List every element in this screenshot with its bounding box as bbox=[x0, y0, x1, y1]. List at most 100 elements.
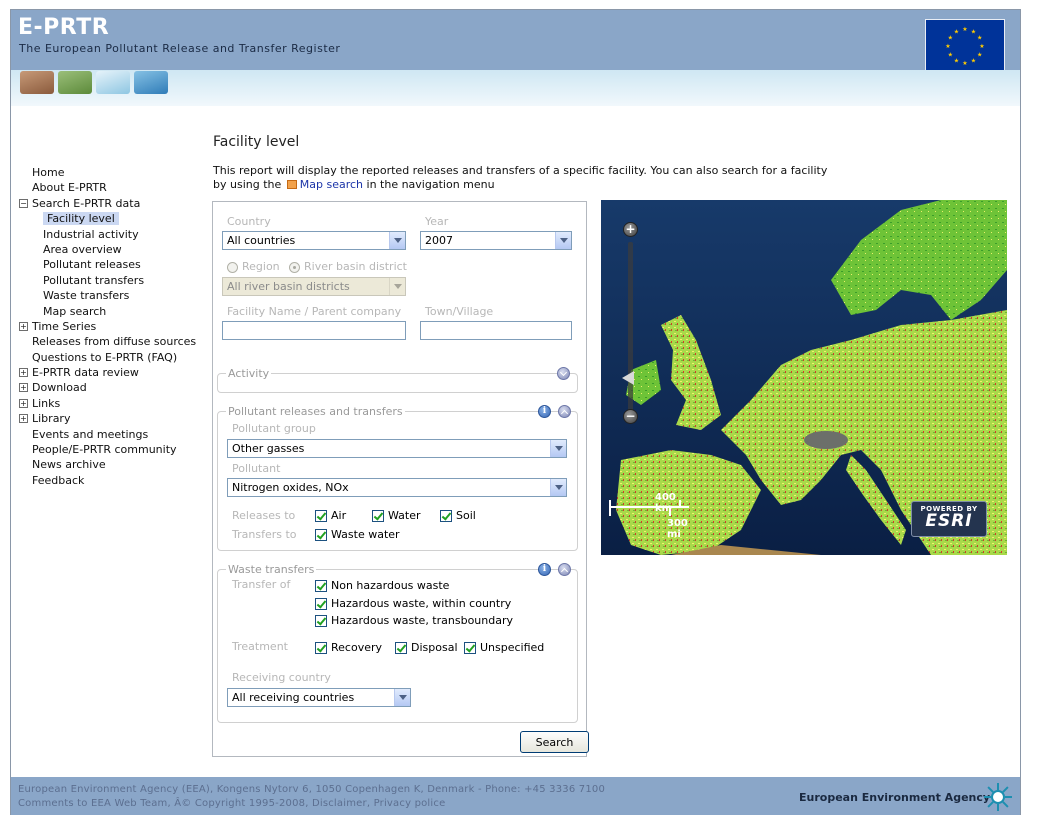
nav-item-label: Map search bbox=[43, 304, 107, 318]
nav-item-label: About E-PRTR bbox=[32, 181, 107, 195]
left-navigation: Home About E-PRTR − Search E-PRTR data Facil… bbox=[19, 165, 209, 488]
collapse-icon[interactable]: − bbox=[19, 198, 28, 208]
zoom-slider-thumb[interactable] bbox=[622, 371, 634, 385]
nav-item[interactable]: Pollutant releases bbox=[19, 257, 209, 272]
search-button[interactable]: Search bbox=[520, 731, 589, 753]
hazardous-transboundary-checkbox[interactable] bbox=[315, 615, 327, 627]
svg-text:★: ★ bbox=[971, 58, 976, 65]
nav-item-label: Feedback bbox=[32, 473, 85, 487]
facility-name-input[interactable] bbox=[222, 321, 406, 340]
region-label: Region bbox=[242, 260, 280, 273]
air-checkbox[interactable] bbox=[315, 510, 327, 522]
nav-item[interactable]: + E-PRTR data review bbox=[19, 365, 209, 380]
pollutant-group-select[interactable]: Other gasses bbox=[227, 439, 567, 458]
nav-item[interactable]: + Links bbox=[19, 396, 209, 411]
nav-item[interactable]: Home bbox=[19, 165, 209, 180]
collapse-pollutant-button[interactable] bbox=[558, 405, 571, 418]
nav-item[interactable]: Industrial activity bbox=[19, 227, 209, 242]
expand-icon[interactable]: + bbox=[19, 398, 28, 408]
unspecified-checkbox[interactable] bbox=[464, 642, 476, 654]
non-hazardous-label: Non hazardous waste bbox=[331, 579, 450, 592]
collapse-waste-button[interactable] bbox=[558, 563, 571, 576]
footer-address: European Environment Agency (EEA), Konge… bbox=[18, 784, 606, 795]
svg-text:★: ★ bbox=[948, 35, 953, 42]
year-select-value: 2007 bbox=[425, 234, 453, 247]
nav-item-label: Time Series bbox=[32, 319, 97, 333]
svg-text:★: ★ bbox=[977, 35, 982, 42]
nav-item[interactable]: Questions to E-PRTR (FAQ) bbox=[19, 350, 209, 365]
site-footer: European Environment Agency (EEA), Konge… bbox=[11, 777, 1020, 815]
eea-logo-icon[interactable] bbox=[983, 782, 1013, 812]
river-basin-radio[interactable] bbox=[289, 262, 300, 273]
town-input[interactable] bbox=[420, 321, 572, 340]
disposal-label: Disposal bbox=[411, 641, 458, 654]
soil-checkbox[interactable] bbox=[440, 510, 452, 522]
zoom-out-button[interactable]: − bbox=[623, 409, 638, 424]
info-icon[interactable]: i bbox=[538, 405, 551, 418]
nav-item[interactable]: Map search bbox=[19, 304, 209, 319]
pollutant-group-label: Pollutant group bbox=[232, 422, 316, 435]
region-radio[interactable] bbox=[227, 262, 238, 273]
water-icon bbox=[134, 71, 168, 94]
hazardous-within-label: Hazardous waste, within country bbox=[331, 597, 512, 610]
nav-item[interactable]: + Download bbox=[19, 380, 209, 395]
footer-text: European Environment Agency (EEA), Konge… bbox=[18, 783, 605, 810]
receiving-country-value: All receiving countries bbox=[232, 691, 355, 704]
map-link-icon bbox=[286, 179, 297, 189]
unspecified-label: Unspecified bbox=[480, 641, 545, 654]
waste-water-checkbox[interactable] bbox=[315, 529, 327, 541]
soil-icon bbox=[20, 71, 54, 94]
receiving-country-label: Receiving country bbox=[232, 671, 331, 684]
nav-item[interactable]: + Library bbox=[19, 411, 209, 426]
nav-item[interactable]: Waste transfers bbox=[19, 288, 209, 303]
expand-activity-button[interactable] bbox=[557, 367, 570, 380]
chevron-down-icon bbox=[555, 232, 571, 249]
disposal-checkbox[interactable] bbox=[395, 642, 407, 654]
recovery-checkbox[interactable] bbox=[315, 642, 327, 654]
zoom-slider[interactable] bbox=[628, 242, 633, 414]
nav-item[interactable]: People/E-PRTR community bbox=[19, 442, 209, 457]
footer-links[interactable]: Comments to EEA Web Team, Â© Copyright 1… bbox=[18, 797, 605, 811]
nav-item[interactable]: Area overview bbox=[19, 242, 209, 257]
nav-item[interactable]: Pollutant transfers bbox=[19, 273, 209, 288]
country-select[interactable]: All countries bbox=[222, 231, 406, 250]
site-title[interactable]: E-PRTR bbox=[18, 15, 109, 40]
map-search-link[interactable]: Map search bbox=[300, 178, 363, 191]
nav-item-label: Pollutant releases bbox=[43, 258, 141, 272]
nav-item[interactable]: Facility level bbox=[19, 211, 209, 226]
map-view[interactable]: + − 400 km 300 mi POWERED BY ESRI bbox=[601, 200, 1007, 555]
nav-item[interactable]: − Search E-PRTR data bbox=[19, 196, 209, 211]
nav-item[interactable]: + Time Series bbox=[19, 319, 209, 334]
river-basin-select[interactable]: All river basin districts bbox=[222, 277, 406, 296]
site-header: E-PRTR The European Pollutant Release an… bbox=[11, 10, 1020, 72]
nav-item[interactable]: Releases from diffuse sources bbox=[19, 334, 209, 349]
expand-icon[interactable]: + bbox=[19, 368, 28, 378]
nav-item[interactable]: News archive bbox=[19, 457, 209, 472]
soil-label: Soil bbox=[456, 509, 476, 522]
intro-text-after: in the navigation menu bbox=[366, 177, 495, 191]
river-basin-label: River basin district bbox=[304, 260, 407, 273]
page-title: Facility level bbox=[213, 134, 300, 150]
info-icon[interactable]: i bbox=[538, 563, 551, 576]
chevron-down-icon bbox=[389, 232, 405, 249]
expand-icon[interactable]: + bbox=[19, 321, 28, 331]
nav-item[interactable]: Events and meetings bbox=[19, 427, 209, 442]
expand-icon[interactable]: + bbox=[19, 383, 28, 393]
country-label: Country bbox=[227, 215, 271, 228]
water-checkbox[interactable] bbox=[372, 510, 384, 522]
nav-item-label: Industrial activity bbox=[43, 227, 139, 241]
non-hazardous-checkbox[interactable] bbox=[315, 580, 327, 592]
nav-item[interactable]: About E-PRTR bbox=[19, 180, 209, 195]
waste-legend: Waste transfers bbox=[226, 563, 317, 576]
receiving-country-select[interactable]: All receiving countries bbox=[227, 688, 411, 707]
zoom-in-button[interactable]: + bbox=[623, 222, 638, 237]
nav-item[interactable]: Feedback bbox=[19, 473, 209, 488]
nav-item-label: Download bbox=[32, 381, 87, 395]
pollutant-select[interactable]: Nitrogen oxides, NOx bbox=[227, 478, 567, 497]
nav-item-label: Links bbox=[32, 396, 61, 410]
esri-logo: POWERED BY ESRI bbox=[911, 501, 987, 537]
hazardous-within-checkbox[interactable] bbox=[315, 598, 327, 610]
year-select[interactable]: 2007 bbox=[420, 231, 572, 250]
svg-text:★: ★ bbox=[962, 60, 967, 67]
expand-icon[interactable]: + bbox=[19, 414, 28, 424]
